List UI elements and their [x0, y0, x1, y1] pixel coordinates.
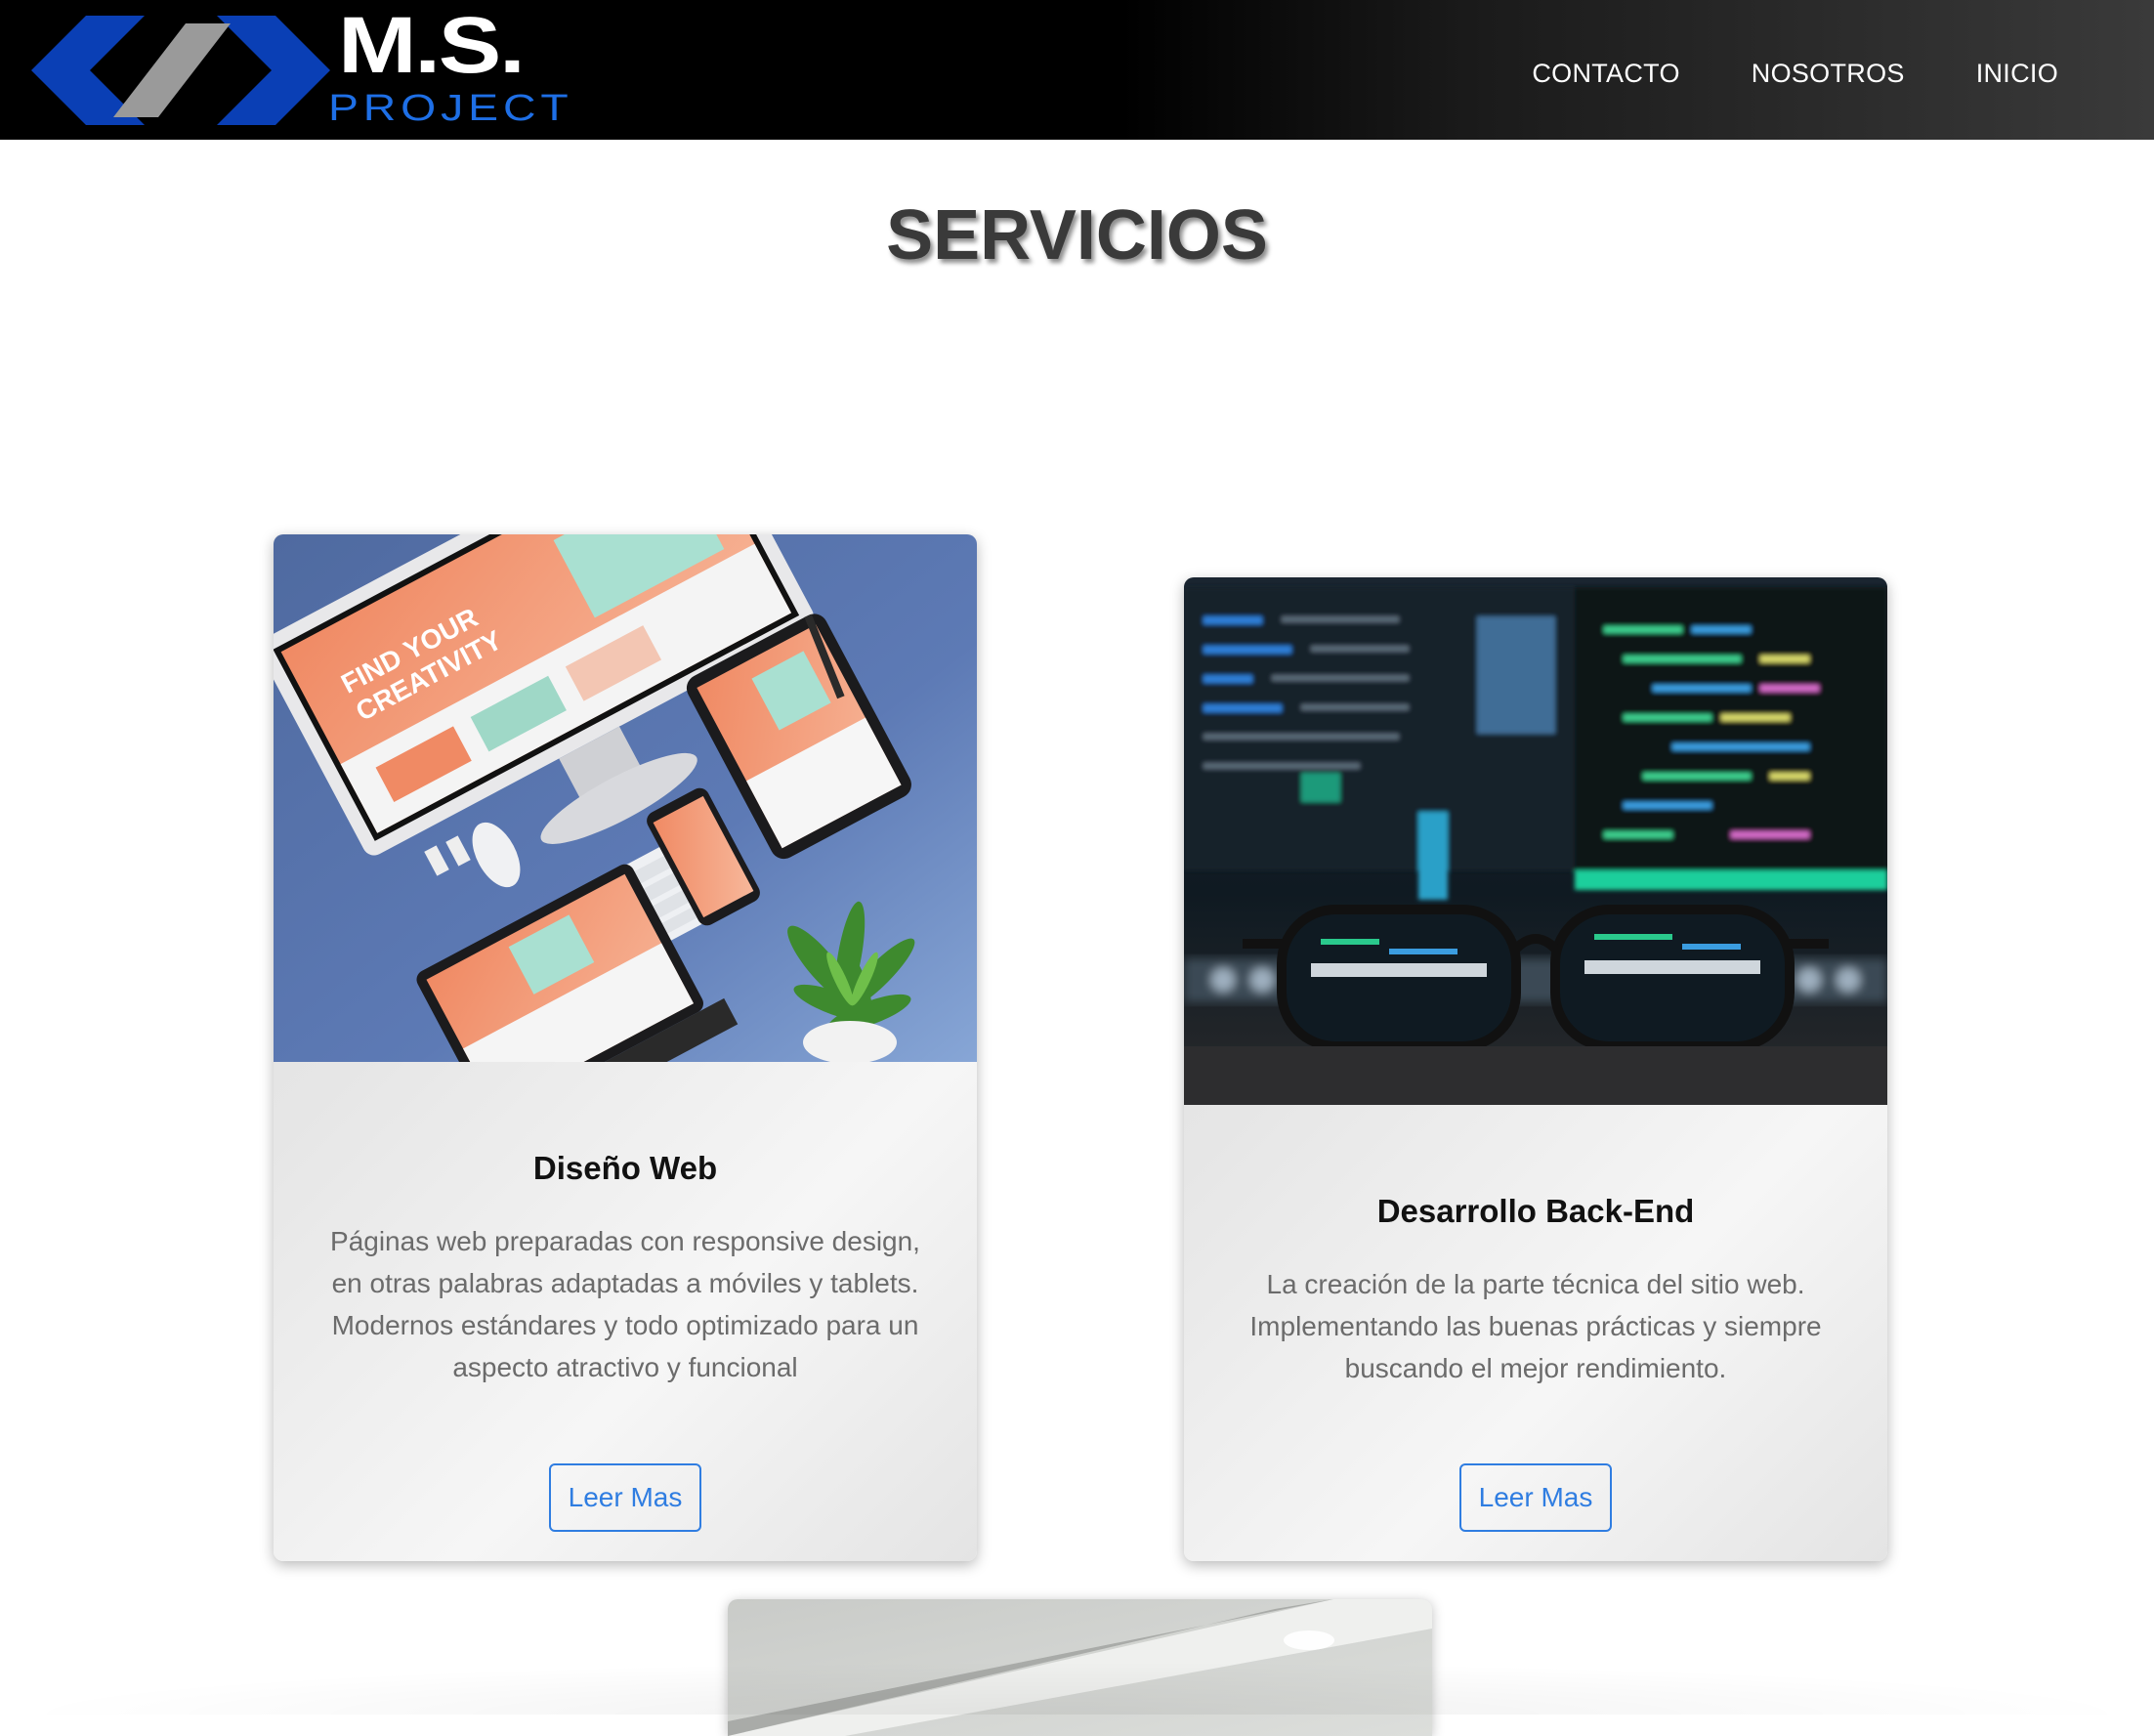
code-screen-image — [1184, 577, 1887, 1105]
card-description: Páginas web preparadas con responsive de… — [330, 1226, 920, 1382]
service-card-backend: Desarrollo Back-End La creación de la pa… — [1184, 577, 1887, 1561]
card-title: Diseño Web — [532, 1150, 718, 1186]
card-description: La creación de la parte técnica del siti… — [1249, 1269, 1822, 1383]
nav-link-nosotros[interactable]: NOSOTROS — [1752, 59, 1905, 89]
logo-mark-icon — [31, 16, 330, 125]
card-body: Desarrollo Back-End La creación de la pa… — [1184, 1193, 1887, 1389]
card-body: Diseño Web Páginas web preparadas con re… — [274, 1150, 977, 1388]
read-more-button[interactable]: Leer Mas — [1459, 1463, 1612, 1532]
navbar: M.S. PROJECT CONTACTO NOSOTROS INICIO — [0, 0, 2154, 140]
logo-text-main: M.S. — [338, 1, 526, 90]
nav-link-inicio[interactable]: INICIO — [1976, 59, 2058, 89]
brand-logo[interactable]: M.S. PROJECT — [29, 6, 569, 132]
logo-text-sub: PROJECT — [328, 88, 573, 129]
service-card-third — [728, 1599, 1432, 1736]
card-title: Desarrollo Back-End — [1376, 1193, 1695, 1229]
nav-link-contacto[interactable]: CONTACTO — [1532, 59, 1679, 89]
laptop-image — [728, 1599, 1432, 1736]
devices-mockup-image: FIND YOUR CREATIVITY — [274, 534, 977, 1062]
page-title: SERVICIOS — [886, 196, 1268, 275]
service-card-diseno-web: FIND YOUR CREATIVITY Diseño Web Páginas … — [274, 534, 977, 1561]
read-more-button[interactable]: Leer Mas — [549, 1463, 701, 1532]
main-nav: CONTACTO NOSOTROS INICIO — [1532, 59, 2058, 89]
